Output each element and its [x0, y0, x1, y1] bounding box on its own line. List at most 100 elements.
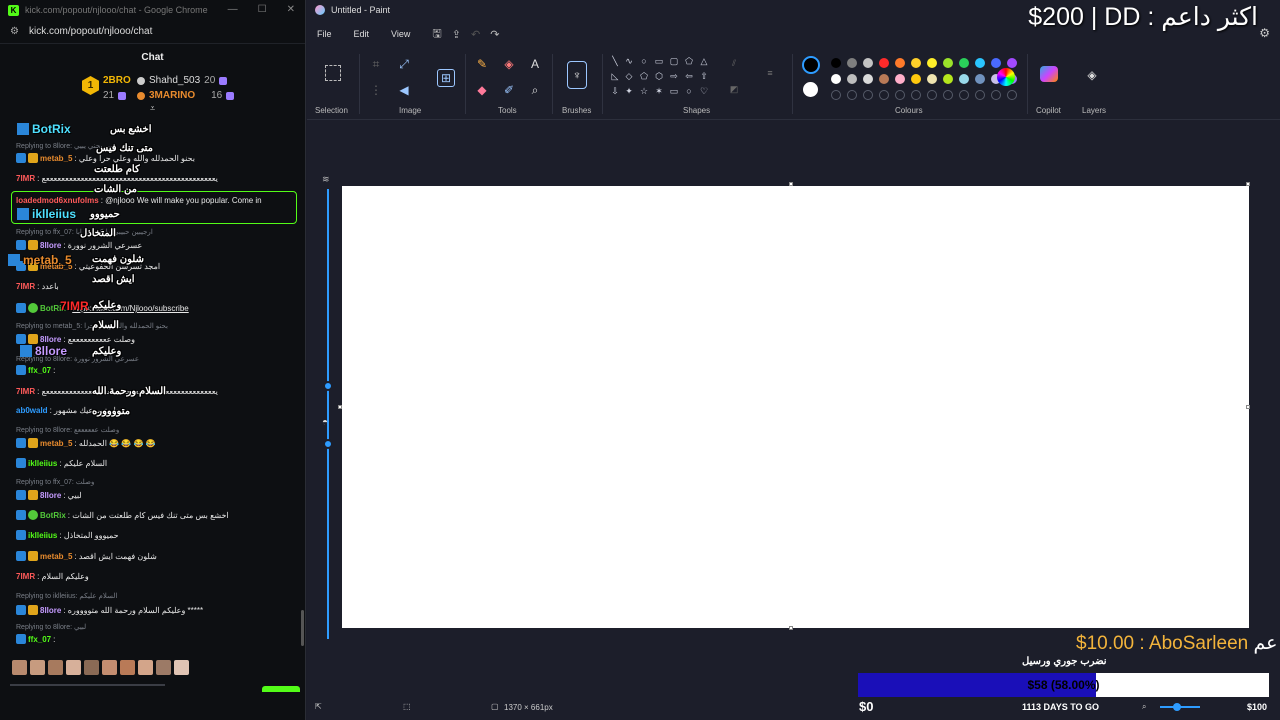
layers-icon[interactable]: ◈ [1085, 68, 1099, 82]
line-shape-icon[interactable]: ╲ [610, 56, 620, 66]
diamond-shape-icon[interactable]: ◇ [624, 71, 634, 81]
slider-knob[interactable] [323, 439, 333, 449]
right-triangle-shape-icon[interactable]: ◺ [610, 71, 620, 81]
emote-icon[interactable] [48, 660, 63, 675]
emote-icon[interactable] [102, 660, 117, 675]
chat-message[interactable]: ffx_07: [16, 634, 55, 644]
slider-knob[interactable] [323, 381, 333, 391]
emote-icon[interactable] [120, 660, 135, 675]
menu-edit[interactable]: Edit [354, 29, 370, 39]
colour-swatch[interactable] [895, 58, 905, 68]
minimize-button[interactable]: — [228, 4, 238, 15]
address-bar[interactable]: ⚙ kick.com/popout/njlooo/chat [0, 20, 305, 44]
chat-username[interactable]: 8llore [40, 335, 61, 344]
emote-icon[interactable] [12, 660, 27, 675]
chat-username[interactable]: 7IMR [16, 572, 35, 581]
custom-colour-slot[interactable] [1007, 90, 1017, 100]
chat-input[interactable] [10, 684, 165, 686]
colour-swatch[interactable] [863, 74, 873, 84]
chat-message[interactable]: 7IMR: وعليكم السلام [16, 572, 89, 581]
custom-colour-slot[interactable] [911, 90, 921, 100]
colour-swatch[interactable] [975, 74, 985, 84]
crop-icon[interactable]: ⌗ [369, 57, 383, 71]
chat-username[interactable]: 7IMR [16, 387, 35, 396]
colour-swatch[interactable] [879, 74, 889, 84]
chat-message[interactable]: loadedmod6xnufolms: @njlooo We will make… [16, 196, 262, 205]
close-button[interactable]: ✕ [287, 4, 295, 15]
arrow-left-shape-icon[interactable]: ⇦ [684, 71, 694, 81]
polygon-shape-icon[interactable]: ⬠ [684, 56, 694, 66]
colour-swatch[interactable] [927, 58, 937, 68]
callout-oval-shape-icon[interactable]: ○ [684, 86, 694, 96]
maximize-button[interactable]: ☐ [258, 4, 267, 15]
chat-username[interactable]: BotRix [40, 511, 66, 520]
resize-handle[interactable] [1246, 405, 1250, 409]
reply-context[interactable]: Replying to iklleiius: السلام عليكم [16, 592, 117, 600]
custom-colour-slot[interactable] [991, 90, 1001, 100]
resize-handle[interactable] [789, 182, 793, 186]
fill-bucket-icon[interactable]: ◈ [502, 57, 516, 71]
pencil-icon[interactable]: ✎ [475, 57, 489, 71]
scrollbar-thumb[interactable] [301, 610, 304, 646]
star4-shape-icon[interactable]: ✦ [624, 86, 634, 96]
colour1-swatch[interactable] [802, 56, 820, 74]
zoom-out-icon[interactable]: ⌕ [1142, 702, 1146, 712]
image-remove-bg-icon[interactable]: ⊞ [437, 69, 455, 87]
opacity-icon[interactable]: ◓ [322, 417, 328, 428]
chat-message[interactable]: iklleiius: السلام عليكم [16, 458, 107, 468]
rounded-rect-shape-icon[interactable]: ▢ [669, 56, 679, 66]
rectangle-shape-icon[interactable]: ▭ [654, 56, 664, 66]
chat-message[interactable]: 8llore: عسرعي الشرور نوورة [16, 240, 142, 250]
oval-shape-icon[interactable]: ○ [639, 56, 649, 66]
triangle-shape-icon[interactable]: △ [699, 56, 709, 66]
brush-icon[interactable]: ♆ [567, 61, 587, 89]
colour-swatch[interactable] [991, 58, 1001, 68]
chat-message[interactable]: 7IMR: يععععععععععععععععععععععععععععععععع… [16, 174, 218, 183]
select-grid-icon[interactable]: ⋮ [369, 83, 383, 97]
menu-view[interactable]: View [391, 29, 410, 39]
arrow-right-shape-icon[interactable]: ⇨ [669, 71, 679, 81]
chat-message[interactable]: metab_5: بحنو الحمدلله والله وعلي حرا وع… [16, 153, 195, 163]
chat-username[interactable]: 8llore [40, 491, 61, 500]
curve-shape-icon[interactable]: ∿ [624, 56, 634, 66]
emote-icon[interactable] [66, 660, 81, 675]
colour-swatch[interactable] [959, 74, 969, 84]
chat-message[interactable]: metab_5: الحمدلله 😂 😂 😂 😂 [16, 438, 156, 448]
colour-swatch[interactable] [959, 58, 969, 68]
custom-colour-slot[interactable] [959, 90, 969, 100]
send-button[interactable] [262, 686, 300, 692]
chat-message[interactable]: metab_5: شلون فهمت ايش اقصد [16, 551, 157, 561]
size-icon[interactable]: ≡ [765, 68, 775, 78]
custom-colour-slot[interactable] [863, 90, 873, 100]
chat-username[interactable]: metab_5 [40, 552, 72, 561]
colour-swatch[interactable] [879, 58, 889, 68]
chat-username[interactable]: iklleiius [28, 531, 57, 540]
text-tool-icon[interactable]: A [528, 57, 542, 71]
chat-username[interactable]: iklleiius [28, 459, 57, 468]
colour2-swatch[interactable] [803, 82, 818, 97]
rotate-icon[interactable]: ◀ [397, 83, 411, 97]
chat-username[interactable]: 7IMR [16, 282, 35, 291]
chat-username[interactable]: ffx_07 [28, 366, 51, 375]
chat-message[interactable]: 8llore: وصلت ععععععععععع [16, 334, 135, 344]
chat-scrollbar[interactable] [301, 120, 305, 660]
custom-colour-slot[interactable] [895, 90, 905, 100]
colour-swatch[interactable] [927, 74, 937, 84]
heart-shape-icon[interactable]: ♡ [699, 86, 709, 96]
outline-icon[interactable]: ⫽ [729, 58, 739, 68]
chat-message[interactable]: BotRix: اخشع بس متى تنك فيس كام طلعتت من… [16, 510, 229, 520]
chat-username[interactable]: ffx_07 [28, 635, 51, 644]
custom-colour-slot[interactable] [927, 90, 937, 100]
expand-chevron-icon[interactable]: ⩡ [150, 103, 155, 114]
colour-swatch[interactable] [847, 74, 857, 84]
pentagon-shape-icon[interactable]: ⬠ [639, 71, 649, 81]
reply-context[interactable]: Replying to ffx_07: وصلت [16, 478, 94, 486]
emote-icon[interactable] [30, 660, 45, 675]
drawing-canvas[interactable] [342, 186, 1249, 628]
chat-message[interactable]: 8llore: لبيي [16, 490, 82, 500]
custom-colour-slot[interactable] [943, 90, 953, 100]
colour-swatch[interactable] [911, 58, 921, 68]
chat-username[interactable]: 8llore [40, 606, 61, 615]
menu-file[interactable]: File [317, 29, 332, 39]
resize-handle[interactable] [338, 405, 342, 409]
